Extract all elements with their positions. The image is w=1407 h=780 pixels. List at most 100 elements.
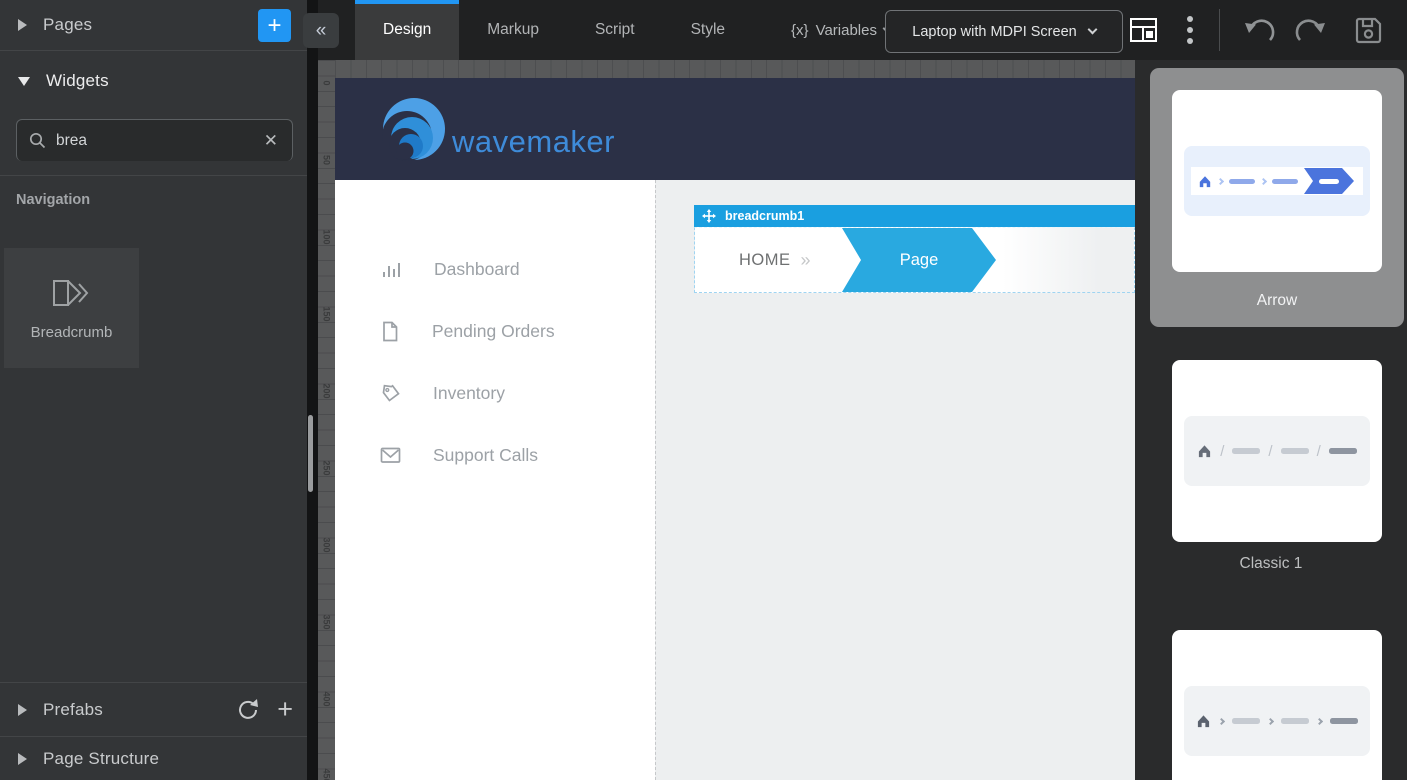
device-preview-value: Laptop with MDPI Screen (912, 24, 1076, 40)
ruler-mark: 250 (322, 461, 332, 476)
more-options-icon[interactable] (1187, 16, 1193, 44)
sidebar-scrollbar[interactable] (308, 415, 313, 492)
dash-placeholder (1232, 448, 1260, 454)
dash-placeholder (1229, 179, 1255, 184)
save-icon (1353, 15, 1384, 46)
tab-script[interactable]: Script (567, 0, 663, 60)
widget-tile-label: Breadcrumb (31, 324, 113, 341)
widget-name-label: breadcrumb1 (725, 209, 804, 223)
brand-name: wavemaker (452, 124, 615, 160)
chevron-right-icon (1267, 717, 1274, 724)
breadcrumb-widget: HOME » Page (694, 227, 1135, 293)
nav-item-pending-orders[interactable]: Pending Orders (335, 300, 655, 362)
ruler-mark: 450 (322, 769, 332, 780)
move-icon (702, 209, 716, 223)
divider (1219, 9, 1220, 51)
ruler-mark: 0 (322, 76, 332, 91)
vertical-ruler: 0 50 100 150 200 250 300 350 400 450 (318, 60, 335, 780)
add-prefab-icon[interactable]: + (277, 696, 293, 723)
envelope-icon (380, 447, 401, 464)
nav-item-support-calls[interactable]: Support Calls (335, 424, 655, 486)
widget-search-input[interactable] (56, 132, 262, 150)
variables-menu[interactable]: {x} Variables (791, 22, 891, 39)
nav-item-label: Inventory (433, 383, 505, 404)
clear-search-icon[interactable]: ✕ (262, 129, 280, 153)
widgets-section-header[interactable]: Widgets (0, 51, 307, 111)
collapse-sidebar-button[interactable]: « (303, 13, 339, 48)
widget-search-box: ✕ (16, 119, 293, 161)
chevron-right-icon (1316, 717, 1323, 724)
device-preview-select[interactable]: Laptop with MDPI Screen (885, 10, 1123, 53)
refresh-icon[interactable] (236, 697, 261, 722)
style-option-label: Classic 1 (1135, 555, 1407, 573)
chevron-right-icon (1260, 177, 1267, 184)
document-icon (380, 321, 400, 342)
horizontal-ruler (335, 60, 1135, 78)
variables-label: Variables (816, 22, 877, 39)
home-icon (1196, 714, 1211, 728)
breadcrumb-widget-tile[interactable]: Breadcrumb (4, 248, 139, 368)
page-structure-section-header[interactable]: Page Structure (0, 737, 307, 780)
search-icon (29, 132, 46, 149)
breadcrumb-item-page-active[interactable]: Page (842, 228, 996, 292)
dash-placeholder (1319, 179, 1339, 184)
selected-widget: breadcrumb1 HOME » Page (694, 205, 1135, 293)
home-icon (1197, 444, 1212, 458)
pages-section-label: Pages (43, 15, 92, 35)
style-option-classic2[interactable] (1172, 630, 1382, 780)
ruler-mark: 300 (322, 538, 332, 553)
variables-prefix: {x} (791, 22, 809, 39)
redo-button[interactable] (1285, 15, 1336, 45)
app-left-nav: Dashboard Pending Orders Inventory (335, 238, 655, 486)
bar-chart-icon (380, 259, 402, 279)
wavemaker-logo-icon (378, 92, 450, 166)
chevron-right-icon (18, 753, 27, 765)
slash-separator: / (1317, 443, 1321, 460)
dash-placeholder (1281, 718, 1309, 724)
prefabs-section-label: Prefabs (43, 700, 103, 720)
tab-design[interactable]: Design (355, 0, 459, 60)
widget-selection-label[interactable]: breadcrumb1 (694, 205, 1135, 227)
slash-separator: / (1220, 443, 1224, 460)
ruler-mark: 200 (322, 384, 332, 399)
add-page-button[interactable]: + (258, 9, 291, 42)
chevron-right-icon (1218, 717, 1225, 724)
dash-placeholder (1232, 718, 1260, 724)
nav-item-label: Pending Orders (432, 321, 555, 342)
ruler-mark: 50 (322, 153, 332, 168)
breadcrumb-item-label: HOME (739, 251, 791, 270)
breadcrumb-item-home[interactable]: HOME » (695, 228, 861, 292)
arrow-thumbnail (1184, 146, 1370, 216)
editor-tabs: Design Markup Script Style (355, 0, 753, 60)
classic2-thumbnail (1184, 686, 1370, 756)
ruler-mark: 400 (322, 692, 332, 707)
dash-placeholder (1281, 448, 1309, 454)
style-option-arrow[interactable]: Arrow (1150, 68, 1404, 327)
style-option-classic1[interactable]: / / / (1172, 360, 1382, 542)
nav-item-inventory[interactable]: Inventory (335, 362, 655, 424)
chevron-down-icon (18, 77, 30, 86)
ruler-mark: 100 (322, 230, 332, 245)
save-button[interactable] (1344, 15, 1393, 46)
pages-section-header[interactable]: Pages + (0, 0, 307, 51)
ruler-mark: 150 (322, 307, 332, 322)
tab-markup[interactable]: Markup (459, 0, 567, 60)
chevron-right-icon (1217, 177, 1224, 184)
breadcrumb-item-label: Page (900, 251, 939, 270)
breadcrumb-separator-icon: » (801, 250, 811, 271)
tab-style[interactable]: Style (663, 0, 753, 60)
prefabs-section-header[interactable]: Prefabs + (0, 683, 307, 737)
sidebar-gutter (307, 0, 318, 780)
chevron-down-icon (1087, 25, 1097, 35)
nav-item-dashboard[interactable]: Dashboard (335, 238, 655, 300)
design-canvas: 0 50 100 150 200 250 300 350 400 450 wav… (318, 60, 1135, 780)
classic1-thumbnail: / / / (1184, 416, 1370, 486)
dash-placeholder (1272, 179, 1298, 184)
undo-icon (1243, 15, 1276, 45)
undo-button[interactable] (1234, 15, 1285, 45)
layout-panels-icon[interactable] (1130, 18, 1157, 42)
widget-palette-sidebar: Pages + Widgets ✕ Navigation Breadcrumb … (0, 0, 307, 780)
ruler-mark: 350 (322, 615, 332, 630)
breadcrumb-icon (51, 276, 93, 310)
style-option-arrow-preview[interactable] (1172, 90, 1382, 272)
